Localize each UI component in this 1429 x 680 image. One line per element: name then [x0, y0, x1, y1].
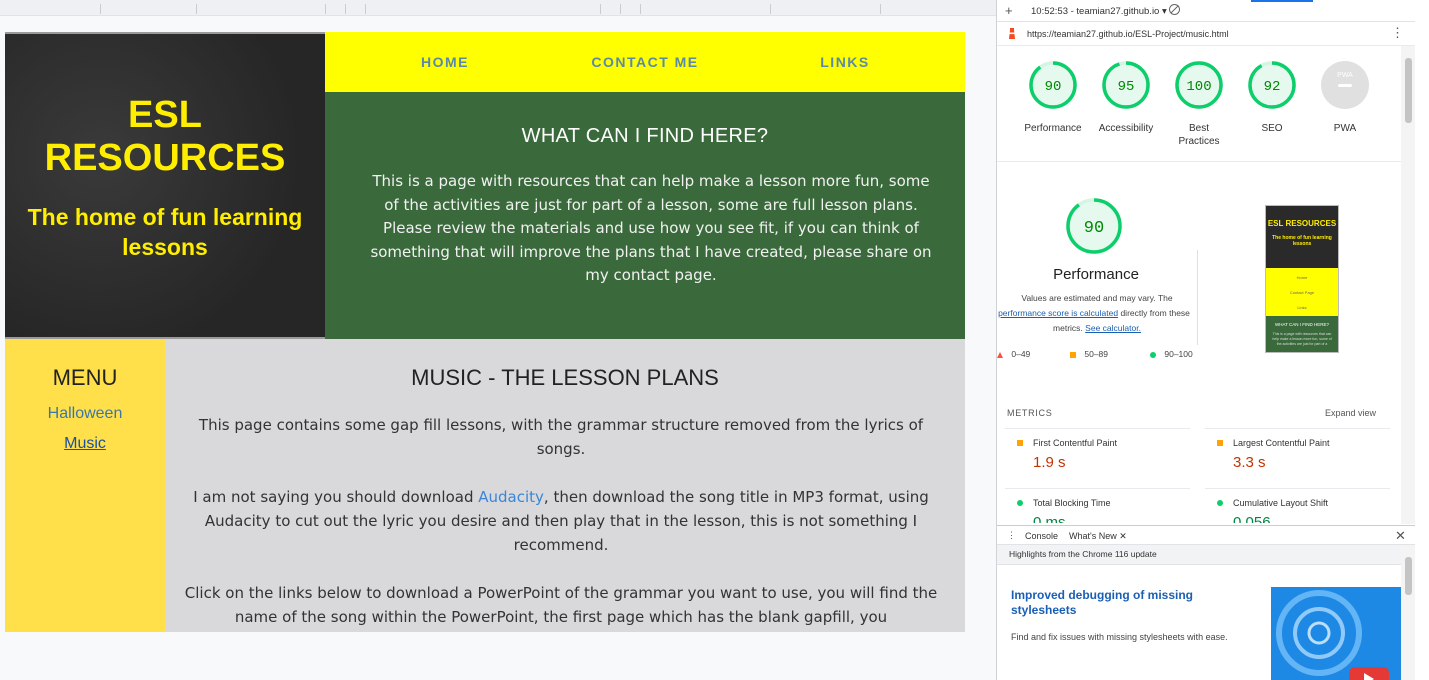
average-square-icon: [1217, 440, 1223, 446]
gauge-label: Best Practices: [1178, 123, 1220, 147]
metrics-heading: METRICS: [1007, 408, 1053, 418]
gauge-seo[interactable]: 92 SEO: [1237, 60, 1307, 135]
site-brand: ESL RESOURCES: [44, 94, 286, 179]
paragraph-2: I am not saying you should download Auda…: [193, 488, 929, 554]
svg-text:95: 95: [1118, 79, 1135, 95]
svg-text:100: 100: [1186, 79, 1211, 95]
site-tagline: The home of fun learning lessons: [27, 204, 303, 260]
news-video-thumbnail[interactable]: [1271, 587, 1401, 680]
drawer-scrollbar[interactable]: [1401, 545, 1415, 680]
svg-text:92: 92: [1264, 79, 1281, 95]
menu-title: MENU: [52, 365, 118, 390]
audacity-link[interactable]: Audacity: [478, 488, 544, 506]
new-report-icon[interactable]: +: [1005, 3, 1013, 18]
metric-tbt: Total Blocking Time 0 ms: [1005, 488, 1190, 523]
lighthouse-icon: [1009, 28, 1015, 39]
svg-text:PWA: PWA: [1337, 72, 1353, 79]
pass-circle-icon: [1017, 500, 1023, 506]
pass-circle-icon: [1217, 500, 1223, 506]
gauge-label: PWA: [1333, 123, 1357, 134]
menu-item-music[interactable]: Music: [5, 435, 165, 453]
gauge-ring: 95: [1102, 61, 1150, 109]
devtools-panel: + 10:52:53 - teamian27.github.io ▾ https…: [996, 0, 1429, 680]
expand-view-button[interactable]: Expand view: [1325, 408, 1376, 418]
page-screenshot-thumbnail[interactable]: ESL RESOURCES The home of fun learning le…: [1265, 205, 1339, 353]
clear-all-icon[interactable]: [1169, 4, 1180, 15]
menu-item-halloween[interactable]: Halloween: [5, 405, 165, 423]
gauge-best-practices[interactable]: 100 Best Practices: [1164, 60, 1234, 148]
section-divider: [1197, 250, 1198, 345]
gauge-label: SEO: [1261, 123, 1283, 134]
more-options-icon[interactable]: ⋮: [1391, 25, 1404, 41]
website: ESL RESOURCES The home of fun learning l…: [5, 32, 965, 632]
gauge-accessibility[interactable]: 95 Accessibility: [1091, 60, 1161, 135]
intro-panel: WHAT CAN I FIND HERE? This is a page wit…: [325, 92, 965, 339]
gauge-ring: 90: [1029, 61, 1077, 109]
see-calculator-link[interactable]: See calculator.: [1085, 323, 1141, 333]
tab-console[interactable]: Console: [1025, 531, 1058, 541]
whats-new-header: Highlights from the Chrome 116 update: [997, 545, 1401, 565]
svg-text:90: 90: [1045, 79, 1062, 95]
metric-fcp: First Contentful Paint 1.9 s: [1005, 428, 1190, 478]
pwa-badge-icon: PWA: [1321, 61, 1369, 109]
performance-section: 90 Performance Values are estimated and …: [997, 195, 1401, 370]
gauge-label: Accessibility: [1098, 123, 1154, 134]
report-url[interactable]: https://teamian27.github.io/ESL-Project/…: [1027, 29, 1229, 39]
average-square-icon: [1070, 351, 1076, 358]
intro-heading: WHAT CAN I FIND HERE?: [521, 125, 769, 147]
browser-viewport: ESL RESOURCES The home of fun learning l…: [0, 0, 996, 680]
report-scrollbar[interactable]: [1401, 46, 1415, 524]
close-drawer-icon[interactable]: ✕: [1395, 528, 1406, 544]
metric-lcp: Largest Contentful Paint 3.3 s: [1205, 428, 1390, 478]
news-heading[interactable]: Improved debugging of missing stylesheet…: [1011, 588, 1221, 618]
gauge-ring: 92: [1248, 61, 1296, 109]
metrics-section: METRICS Expand view First Contentful Pai…: [997, 403, 1401, 523]
nav-contact-me[interactable]: CONTACT ME: [565, 54, 725, 70]
performance-gauge: 90: [1066, 198, 1122, 254]
metric-cls: Cumulative Layout Shift 0.056: [1205, 488, 1390, 523]
lighthouse-toolbar: + 10:52:53 - teamian27.github.io ▾: [997, 0, 1415, 22]
video-art-icon: [1271, 587, 1401, 680]
pass-circle-icon: [1150, 351, 1156, 358]
score-gauges: 90 Performance 95 Accessibility 100 Best…: [997, 52, 1401, 162]
nav-home[interactable]: HOME: [365, 54, 525, 70]
content-heading: MUSIC - THE LESSON PLANS: [411, 365, 719, 390]
hero-panel: ESL RESOURCES The home of fun learning l…: [5, 32, 325, 339]
drawer-tabs: ⋮ Console What's New ✕ ✕: [997, 525, 1415, 547]
side-menu: MENU Halloween Music: [5, 339, 165, 632]
intro-text: This is a page with resources that can h…: [370, 172, 932, 284]
drawer-menu-icon[interactable]: ⋮: [1007, 530, 1016, 541]
close-tab-icon[interactable]: ✕: [1119, 531, 1127, 541]
paragraph-3: Click on the links below to download a P…: [184, 584, 938, 626]
report-url-bar: https://teamian27.github.io/ESL-Project/…: [997, 22, 1415, 46]
screen: ESL RESOURCES The home of fun learning l…: [0, 0, 1429, 680]
main-content: MUSIC - THE LESSON PLANS This page conta…: [165, 339, 965, 632]
nav-links[interactable]: LINKS: [765, 54, 925, 70]
gauge-label: Performance: [1024, 123, 1082, 134]
gauge-pwa[interactable]: PWA PWA: [1310, 60, 1380, 135]
fail-triangle-icon: [997, 351, 1003, 358]
whats-new-item: Improved debugging of missing stylesheet…: [997, 565, 1401, 680]
paragraph-1: This page contains some gap fill lessons…: [198, 416, 924, 458]
main-nav: HOME CONTACT ME LINKS: [325, 32, 965, 92]
gauge-ring: 100: [1175, 61, 1223, 109]
score-calculated-link[interactable]: performance score is calculated: [998, 308, 1118, 318]
svg-text:90: 90: [1084, 219, 1104, 238]
viewport-ruler: [0, 0, 996, 16]
performance-note: Values are estimated and may vary. The p…: [998, 293, 1190, 333]
performance-title: Performance: [1053, 266, 1139, 283]
news-description: Find and fix issues with missing stylesh…: [1011, 632, 1228, 642]
report-selector[interactable]: 10:52:53 - teamian27.github.io ▾: [1031, 6, 1167, 17]
average-square-icon: [1017, 440, 1023, 446]
gauge-performance[interactable]: 90 Performance: [1018, 60, 1088, 135]
